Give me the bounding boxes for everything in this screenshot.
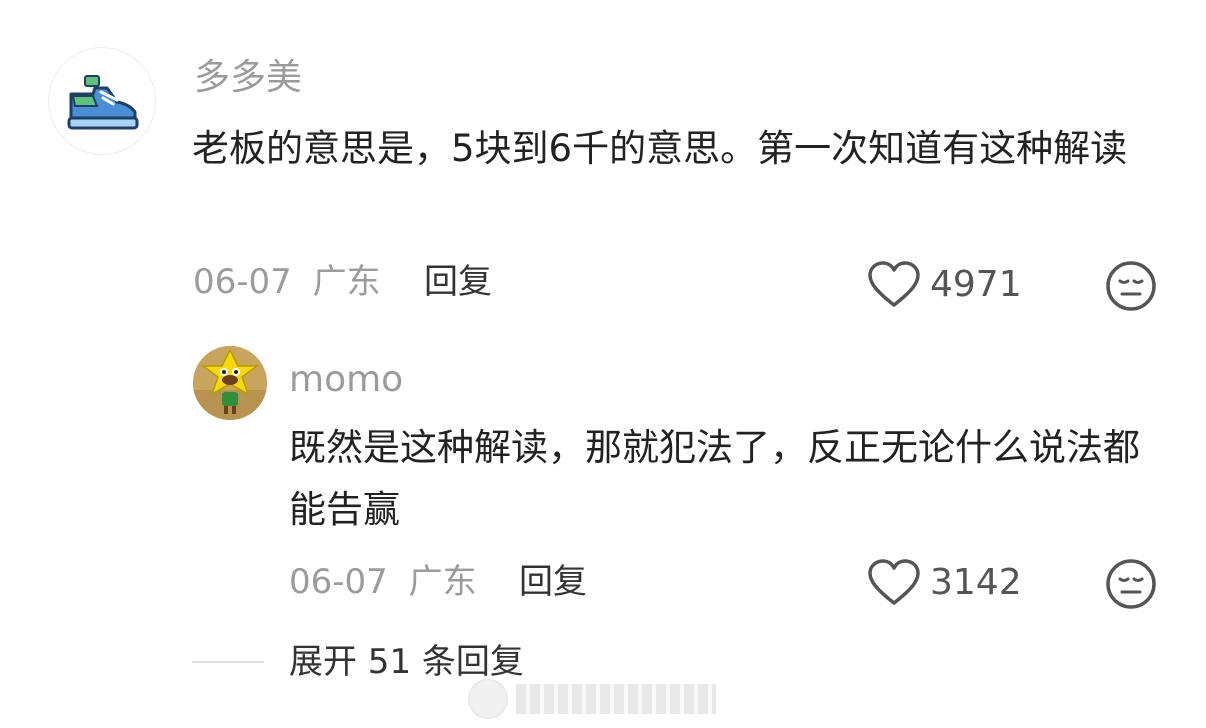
cartoon-character-avatar [193,346,267,420]
like-button[interactable]: 3142 [868,558,1022,608]
reply-button[interactable]: 回复 [424,260,492,304]
comment-date: 06-07 [193,262,292,302]
neutral-face-icon[interactable] [1105,260,1157,312]
comment-text: 老板的意思是，5块到6千的意思。第一次知道有这种解读 [192,127,1128,170]
divider [192,661,264,663]
comment-location: 广东 [312,262,381,302]
sneaker-icon [67,75,139,130]
comment-date: 06-07 [289,562,388,602]
heart-icon [868,261,920,307]
reply-button[interactable]: 回复 [519,560,587,604]
like-count: 3142 [930,562,1022,603]
heart-icon [868,559,920,605]
username[interactable]: momo [289,358,403,402]
username[interactable]: 多多美 [194,56,302,100]
comment-meta: 06-07 广东 [289,560,477,604]
avatar[interactable] [193,346,267,420]
avatar[interactable] [48,47,156,155]
like-button[interactable]: 4971 [868,260,1022,310]
watermark-logo-icon [468,679,508,719]
comment-meta: 06-07 广东 [193,260,381,304]
comment-location: 广东 [408,562,477,602]
like-count: 4971 [930,264,1022,305]
comment-text: 既然是这种解读，那就犯法了，反正无论什么说法都能告赢 [289,426,1140,531]
watermark-text [516,684,716,714]
watermark [468,676,738,722]
neutral-face-icon[interactable] [1105,558,1157,610]
